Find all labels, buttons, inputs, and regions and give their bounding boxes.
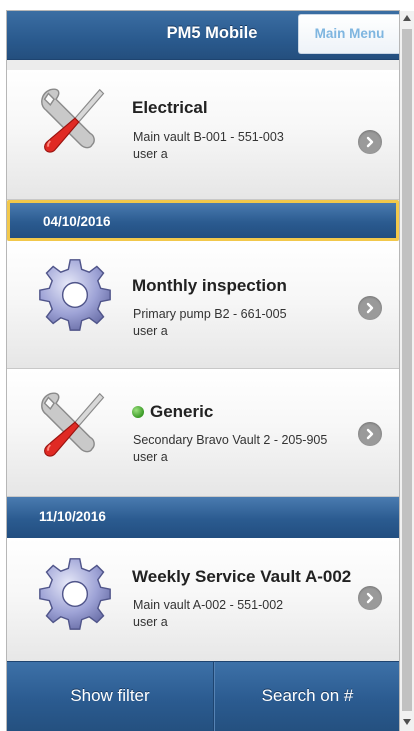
scroll-down-arrow-icon[interactable] bbox=[400, 715, 414, 729]
list-item[interactable]: Generic Secondary Bravo Vault 2 - 205-90… bbox=[7, 369, 399, 497]
item-location: Main vault A-002 - 551-002 bbox=[133, 598, 284, 612]
item-user: user a bbox=[133, 324, 168, 338]
list-item[interactable]: Weekly Service Vault A-002 Main vault A-… bbox=[7, 538, 399, 666]
divider-date: 04/10/2016 bbox=[43, 214, 111, 229]
item-title: Monthly inspection bbox=[132, 276, 287, 295]
gear-icon bbox=[39, 558, 111, 630]
status-indicator bbox=[132, 406, 144, 418]
item-location: Secondary Bravo Vault 2 - 205-905 bbox=[133, 433, 328, 447]
list-item[interactable]: Monthly inspection Primary pump B2 - 661… bbox=[7, 241, 399, 369]
search-number-button[interactable]: Search on # bbox=[214, 662, 399, 731]
scroll-up-arrow-icon[interactable] bbox=[400, 11, 414, 25]
item-title: Electrical bbox=[132, 98, 208, 117]
footer-bar: Show filter Search on # bbox=[7, 661, 399, 731]
item-title: Weekly Service Vault A-002 bbox=[132, 567, 352, 586]
scrollbar-thumb[interactable] bbox=[402, 29, 412, 711]
tools-icon bbox=[41, 392, 105, 457]
show-filter-button[interactable]: Show filter bbox=[7, 662, 214, 731]
chevron-right-icon bbox=[358, 586, 382, 610]
list-item[interactable]: Electrical Main vault B-001 - 551-003 us… bbox=[7, 60, 399, 200]
app-frame: PM5 Mobile Main Menu Electrical Main vau… bbox=[7, 11, 399, 731]
main-menu-button[interactable]: Main Menu bbox=[298, 14, 399, 54]
item-user: user a bbox=[133, 147, 168, 161]
date-divider: 04/10/2016 bbox=[7, 200, 399, 241]
task-list: Electrical Main vault B-001 - 551-003 us… bbox=[7, 60, 399, 666]
app-title: PM5 Mobile bbox=[166, 24, 258, 42]
item-location: Main vault B-001 - 551-003 bbox=[133, 130, 284, 144]
item-user: user a bbox=[133, 450, 168, 464]
gear-icon bbox=[39, 259, 111, 331]
chevron-right-icon bbox=[358, 130, 382, 154]
item-location: Primary pump B2 - 661-005 bbox=[133, 307, 287, 321]
chevron-right-icon bbox=[358, 422, 382, 446]
chevron-right-icon bbox=[358, 296, 382, 320]
item-title: Generic bbox=[132, 402, 213, 422]
date-divider: 11/10/2016 bbox=[7, 497, 399, 538]
header-bar: PM5 Mobile Main Menu bbox=[7, 11, 399, 60]
divider-date: 11/10/2016 bbox=[39, 509, 106, 524]
tools-icon bbox=[41, 88, 105, 153]
vertical-scrollbar[interactable] bbox=[400, 11, 414, 731]
item-title-text: Generic bbox=[150, 402, 214, 421]
item-user: user a bbox=[133, 615, 168, 629]
